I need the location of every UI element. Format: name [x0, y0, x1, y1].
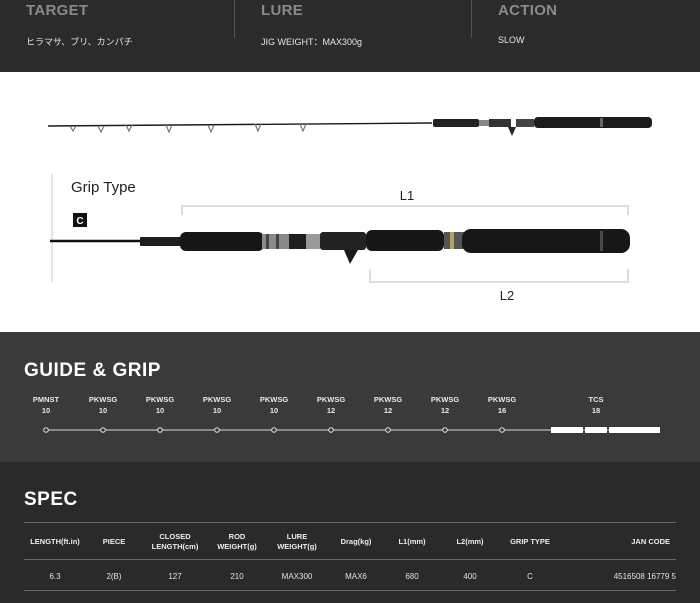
- guide-marker: [100, 427, 106, 433]
- action-heading: ACTION: [498, 2, 558, 19]
- rod-illustration-area: Grip Type C L1 L2: [0, 72, 700, 332]
- spec-section: SPEC LENGTH(ft.in) PIECE CLOSED LENGTH(cm) R…: [0, 462, 700, 603]
- column-header: Drag(kg): [340, 537, 372, 546]
- guide-marker: [385, 427, 391, 433]
- table-cell: C: [527, 571, 533, 581]
- lure-heading: LURE: [261, 2, 304, 19]
- column-header: PIECE: [102, 537, 126, 546]
- table-cell: 210: [230, 571, 244, 581]
- table-cell: 4516508 16779 5: [613, 571, 676, 581]
- info-bar: TARGET ヒラマサ、ブリ、カンパチ LURE JIG WEIGHT：MAX3…: [0, 0, 700, 72]
- grip-closeup-image: [50, 229, 630, 264]
- column-header: L1(mm): [398, 537, 426, 546]
- column-header: GRIP TYPE: [510, 537, 550, 546]
- rod-illustration: Grip Type C L1 L2: [47, 117, 652, 303]
- column-header: CLOSED LENGTH(cm): [151, 532, 199, 551]
- table-cell: 680: [405, 571, 419, 581]
- l1-bracket: [181, 205, 629, 215]
- table-cell: MAX6: [345, 571, 367, 581]
- column-header: L2(mm): [456, 537, 484, 546]
- spec-header-row: LENGTH(ft.in) PIECE CLOSED LENGTH(cm) ROD WEI…: [24, 522, 676, 560]
- target-heading: TARGET: [26, 2, 89, 19]
- l1-label: L1: [400, 188, 414, 203]
- guide-marker: [157, 427, 163, 433]
- rear-grip-segment: [609, 427, 660, 433]
- full-rod-image: [47, 117, 652, 136]
- column-header: ROD WEIGHT(g): [217, 532, 257, 551]
- spec-title: SPEC: [24, 489, 78, 510]
- column-header: LURE WEIGHT(g): [277, 532, 317, 551]
- guide-marker: [43, 427, 49, 433]
- guide-marker: [499, 427, 505, 433]
- table-cell: 400: [463, 571, 477, 581]
- grip-type-code: C: [76, 216, 83, 227]
- guide-grip-section: GUIDE & GRIP PMNST 10 PKWSG 10 PKWSG 10 PKWSG 1…: [0, 332, 700, 462]
- guide-marker: [214, 427, 220, 433]
- column-header: JAN CODE: [631, 537, 670, 546]
- divider: [234, 0, 235, 38]
- grip-type-label: Grip Type: [71, 179, 136, 196]
- table-cell: 6.3: [49, 571, 61, 581]
- guide-marker: [442, 427, 448, 433]
- action-value: SLOW: [498, 35, 525, 45]
- table-cell: MAX300: [281, 571, 313, 581]
- table-cell: 2(B): [106, 571, 122, 581]
- target-value: ヒラマサ、ブリ、カンパチ: [26, 37, 133, 47]
- guide-diagram: [43, 427, 660, 433]
- guide-marker: [271, 427, 277, 433]
- lure-value: JIG WEIGHT：MAX300g: [261, 37, 363, 47]
- guide-marker: [328, 427, 334, 433]
- l2-label: L2: [500, 288, 514, 303]
- column-header: LENGTH(ft.in): [30, 537, 80, 546]
- reel-seat-segment: [585, 427, 607, 433]
- table-row: 6.3 2(B) 127 210 MAX300 MAX6 680 400 C 4516508 16…: [24, 561, 676, 591]
- divider: [471, 0, 472, 38]
- grip-segment: [551, 427, 583, 433]
- l2-bracket: [369, 269, 629, 283]
- table-cell: 127: [168, 571, 182, 581]
